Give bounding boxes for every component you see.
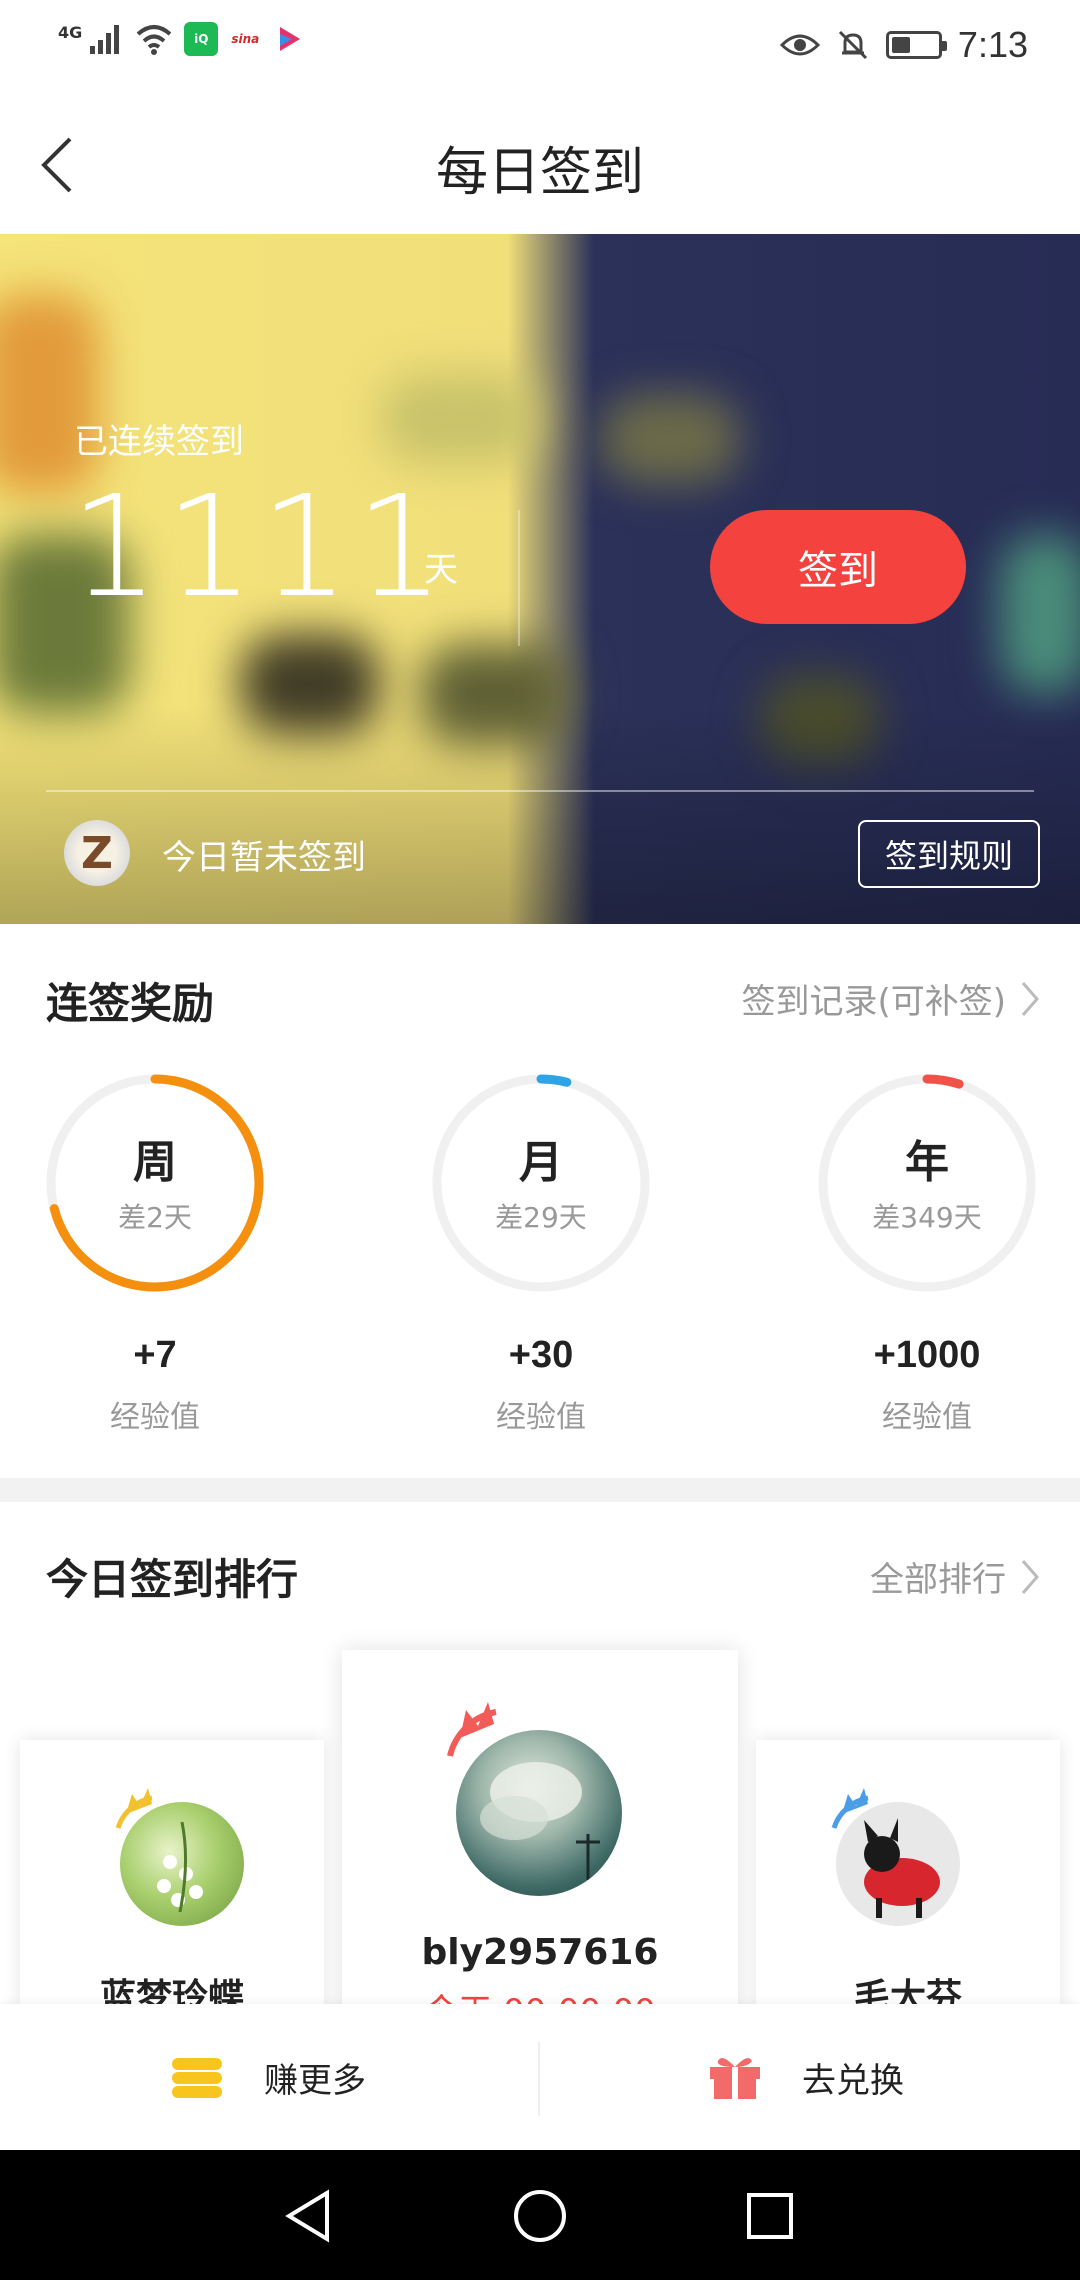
signin-record-label: 签到记录(可补签) xyxy=(741,982,1006,1022)
wifi-icon xyxy=(136,25,172,55)
system-nav-bar xyxy=(0,2150,1080,2280)
rank-card-second[interactable]: 蓝梦玲蝶 xyxy=(20,1740,324,2040)
nav-back-button[interactable] xyxy=(278,2186,338,2246)
ranking-title: 今日签到排行 xyxy=(46,1555,299,1604)
rank-avatar-first xyxy=(456,1730,622,1896)
redeem-label: 去兑换 xyxy=(802,2060,904,2101)
streak-count: 1111 xyxy=(70,466,451,629)
top-header: 每日签到 xyxy=(0,92,1080,234)
reward-period: 周 xyxy=(133,1137,177,1188)
video-app-icon xyxy=(272,22,307,56)
nav-home-icon xyxy=(514,2190,566,2242)
reward-bonus: +7 xyxy=(133,1334,177,1376)
section-gap xyxy=(0,1478,1080,1502)
reward-period: 月 xyxy=(519,1137,563,1188)
reward-remaining: 差2天 xyxy=(118,1201,192,1234)
signin-button[interactable]: 签到 xyxy=(710,510,966,624)
banner-shade xyxy=(0,704,1080,924)
bg-blur-shape xyxy=(1000,534,1080,694)
network-type: 4G xyxy=(58,22,83,42)
reward-unit: 经验值 xyxy=(882,1400,972,1435)
rewards-title: 连签奖励 xyxy=(46,979,215,1028)
streak-label: 已连续签到 xyxy=(74,422,244,462)
signal-icon xyxy=(90,25,120,54)
rank-name-first: bly2957616 xyxy=(421,1932,659,1973)
status-right: 7:13 xyxy=(779,24,1028,66)
nav-home-button[interactable] xyxy=(510,2186,570,2246)
signin-record-link[interactable]: 签到记录(可补签) xyxy=(741,974,1040,1023)
rank-card-first[interactable]: bly2957616 今天 00:00:00 xyxy=(342,1650,738,2050)
iqiyi-app-icon: iQ xyxy=(184,22,219,56)
coins-icon xyxy=(172,2058,222,2098)
rank-avatar-third xyxy=(836,1802,960,1926)
reward-unit: 经验值 xyxy=(496,1400,586,1435)
status-left: 4G iQ sina xyxy=(58,22,307,56)
bg-blur-shape xyxy=(380,374,540,464)
rules-button[interactable]: 签到规则 xyxy=(858,820,1040,888)
earn-more-label: 赚更多 xyxy=(264,2060,366,2101)
reward-bonus: +1000 xyxy=(873,1334,981,1376)
rank-avatar-second xyxy=(120,1802,244,1926)
banner-separator xyxy=(46,790,1034,792)
nav-recents-button[interactable] xyxy=(740,2186,800,2246)
reward-remaining: 差349天 xyxy=(872,1201,982,1234)
bottom-action-bar: 赚更多 去兑换 xyxy=(0,2004,1080,2150)
user-avatar[interactable]: Z xyxy=(64,820,130,886)
reward-ring-0: 周差2天 xyxy=(40,1068,270,1298)
chevron-right-icon xyxy=(1021,981,1039,1016)
reward-unit: 经验值 xyxy=(110,1400,200,1435)
nav-back-icon xyxy=(285,2189,329,2243)
reward-remaining: 差29天 xyxy=(495,1201,587,1234)
streak-unit: 天 xyxy=(424,550,458,590)
reward-ring-1: 月差29天 xyxy=(426,1068,656,1298)
sina-app-icon: sina xyxy=(228,22,263,56)
all-ranking-link[interactable]: 全部排行 xyxy=(870,1552,1040,1601)
page-title: 每日签到 xyxy=(435,143,644,203)
earn-more-button[interactable]: 赚更多 xyxy=(170,2004,366,2150)
gift-icon xyxy=(710,2058,760,2099)
checkin-banner: 已连续签到 1111 天 签到 Z 今日暂未签到 签到规则 xyxy=(0,234,1080,924)
reward-period: 年 xyxy=(905,1137,949,1188)
reward-bonus: +30 xyxy=(508,1334,574,1376)
mute-bell-icon xyxy=(838,30,867,60)
action-divider xyxy=(538,2042,540,2116)
chevron-right-icon xyxy=(1021,1559,1039,1594)
battery-icon xyxy=(885,31,947,59)
eye-comfort-icon xyxy=(779,34,820,56)
reward-ring-2: 年差349天 xyxy=(812,1068,1042,1298)
today-status: 今日暂未签到 xyxy=(162,838,366,878)
banner-divider xyxy=(518,510,520,646)
clock: 7:13 xyxy=(957,24,1028,65)
nav-recents-icon xyxy=(747,2193,793,2239)
rank-card-third[interactable]: 毛大芬 xyxy=(756,1740,1060,2040)
status-bar: 4G iQ sina 7:13 xyxy=(0,0,1080,92)
bg-blur-shape xyxy=(600,394,740,484)
all-ranking-label: 全部排行 xyxy=(870,1560,1006,1600)
redeem-button[interactable]: 去兑换 xyxy=(708,2004,904,2150)
bg-blur-shape xyxy=(0,294,100,494)
